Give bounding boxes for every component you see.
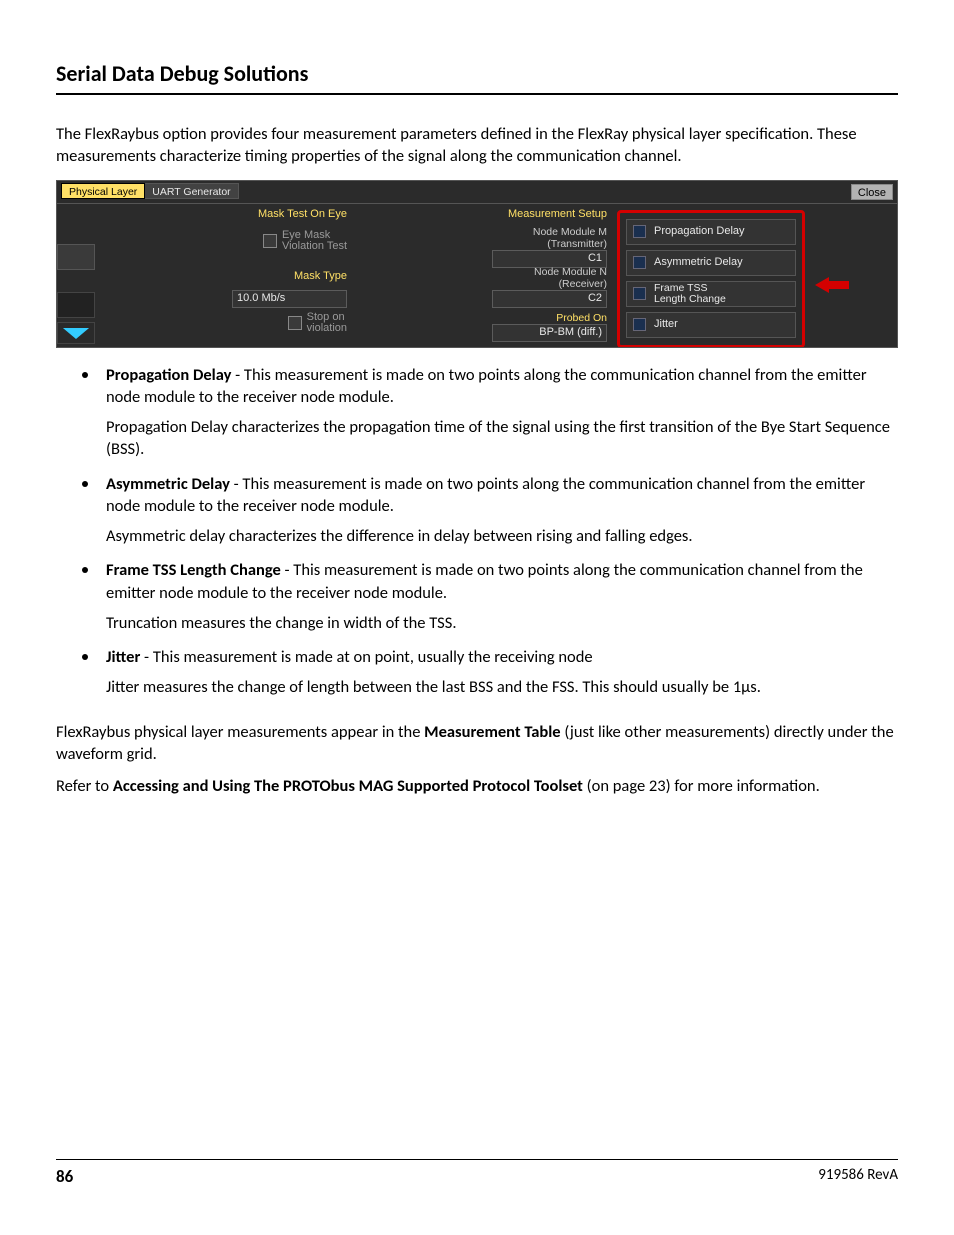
bullet-frame-tss: Frame TSS Length Change - This measureme… [100, 557, 898, 634]
extra: Jitter measures the change of length bet… [106, 676, 898, 698]
tab-uart-generator[interactable]: UART Generator [145, 183, 238, 199]
screenshot-panel: Physical Layer UART Generator Close Mask… [56, 180, 898, 348]
eye-preview-thumb-3 [57, 322, 95, 344]
definition-list: Propagation Delay - This measurement is … [56, 362, 898, 699]
node-n-label-1: Node Module N [457, 266, 607, 278]
extra: Propagation Delay characterizes the prop… [106, 416, 898, 461]
page-footer: 86 919586 RevA [56, 1159, 898, 1187]
eye-preview-thumb-1 [57, 244, 95, 270]
text: (on page 23) for more information. [583, 776, 820, 796]
protobus-toolset-ref: Accessing and Using The PROTObus MAG Sup… [113, 776, 583, 796]
probed-on-label: Probed On [457, 312, 607, 324]
node-n-label-2: (Receiver) [457, 278, 607, 290]
eye-preview-thumb-2 [57, 292, 95, 318]
extra: Truncation measures the change in width … [106, 612, 898, 634]
mask-type-label: Mask Type [137, 270, 347, 282]
frame-tss-button[interactable]: Frame TSS Length Change [626, 281, 796, 307]
term: Jitter [106, 647, 140, 667]
bullet-asymmetric-delay: Asymmetric Delay - This measurement is m… [100, 471, 898, 548]
text: FlexRaybus physical layer measurements a… [56, 722, 424, 742]
mask-test-label: Mask Test On Eye [137, 208, 347, 220]
lead: - This measurement is made at on point, … [140, 647, 592, 667]
term: Asymmetric Delay [106, 474, 230, 494]
jitter-button[interactable]: Jitter [626, 312, 796, 338]
stop-label-1: Stop on [307, 312, 347, 323]
propagation-delay-button[interactable]: Propagation Delay [626, 219, 796, 245]
probed-on-field[interactable]: BP-BM (diff.) [492, 324, 607, 342]
bullet-propagation-delay: Propagation Delay - This measurement is … [100, 362, 898, 461]
intro-paragraph: The FlexRaybus option provides four meas… [56, 123, 898, 168]
measure-icon [633, 287, 646, 300]
measure-icon [633, 225, 646, 238]
jitter-label: Jitter [654, 319, 678, 330]
measurement-table-ref: Measurement Table [424, 722, 560, 742]
extra: Asymmetric delay characterizes the diffe… [106, 525, 898, 547]
close-button[interactable]: Close [851, 184, 893, 200]
node-m-label-2: (Transmitter) [457, 238, 607, 250]
page-title: Serial Data Debug Solutions [56, 60, 898, 95]
measure-icon [633, 256, 646, 269]
tab-bar: Physical Layer UART Generator [61, 183, 893, 201]
measure-icon [633, 318, 646, 331]
asymmetric-delay-button[interactable]: Asymmetric Delay [626, 250, 796, 276]
propagation-delay-label: Propagation Delay [654, 226, 745, 237]
eye-mask-label-2: Violation Test [282, 241, 347, 252]
eye-mask-checkbox[interactable] [263, 234, 277, 248]
doc-revision: 919586 RevA [818, 1166, 898, 1187]
stop-on-violation-checkbox[interactable] [288, 316, 302, 330]
stop-label-2: violation [307, 323, 347, 334]
closing-paragraphs: FlexRaybus physical layer measurements a… [56, 721, 898, 798]
measurement-buttons-highlight: Propagation Delay Asymmetric Delay Frame… [617, 210, 805, 348]
eye-mask-label-1: Eye Mask [282, 230, 347, 241]
measurement-setup-label: Measurement Setup [457, 208, 607, 220]
frame-tss-label-2: Length Change [654, 293, 726, 305]
term: Propagation Delay [106, 365, 231, 385]
callout-arrow-icon [815, 276, 849, 294]
mask-type-field[interactable]: 10.0 Mb/s [232, 290, 347, 308]
page-number: 86 [56, 1166, 73, 1187]
text: Refer to [56, 776, 113, 796]
node-m-label-1: Node Module M [457, 226, 607, 238]
tab-physical-layer[interactable]: Physical Layer [61, 183, 145, 199]
node-n-field[interactable]: C2 [492, 290, 607, 308]
term: Frame TSS Length Change [106, 560, 281, 580]
left-preview-strip [57, 204, 109, 347]
asymmetric-delay-label: Asymmetric Delay [654, 257, 743, 268]
bullet-jitter: Jitter - This measurement is made at on … [100, 644, 898, 699]
